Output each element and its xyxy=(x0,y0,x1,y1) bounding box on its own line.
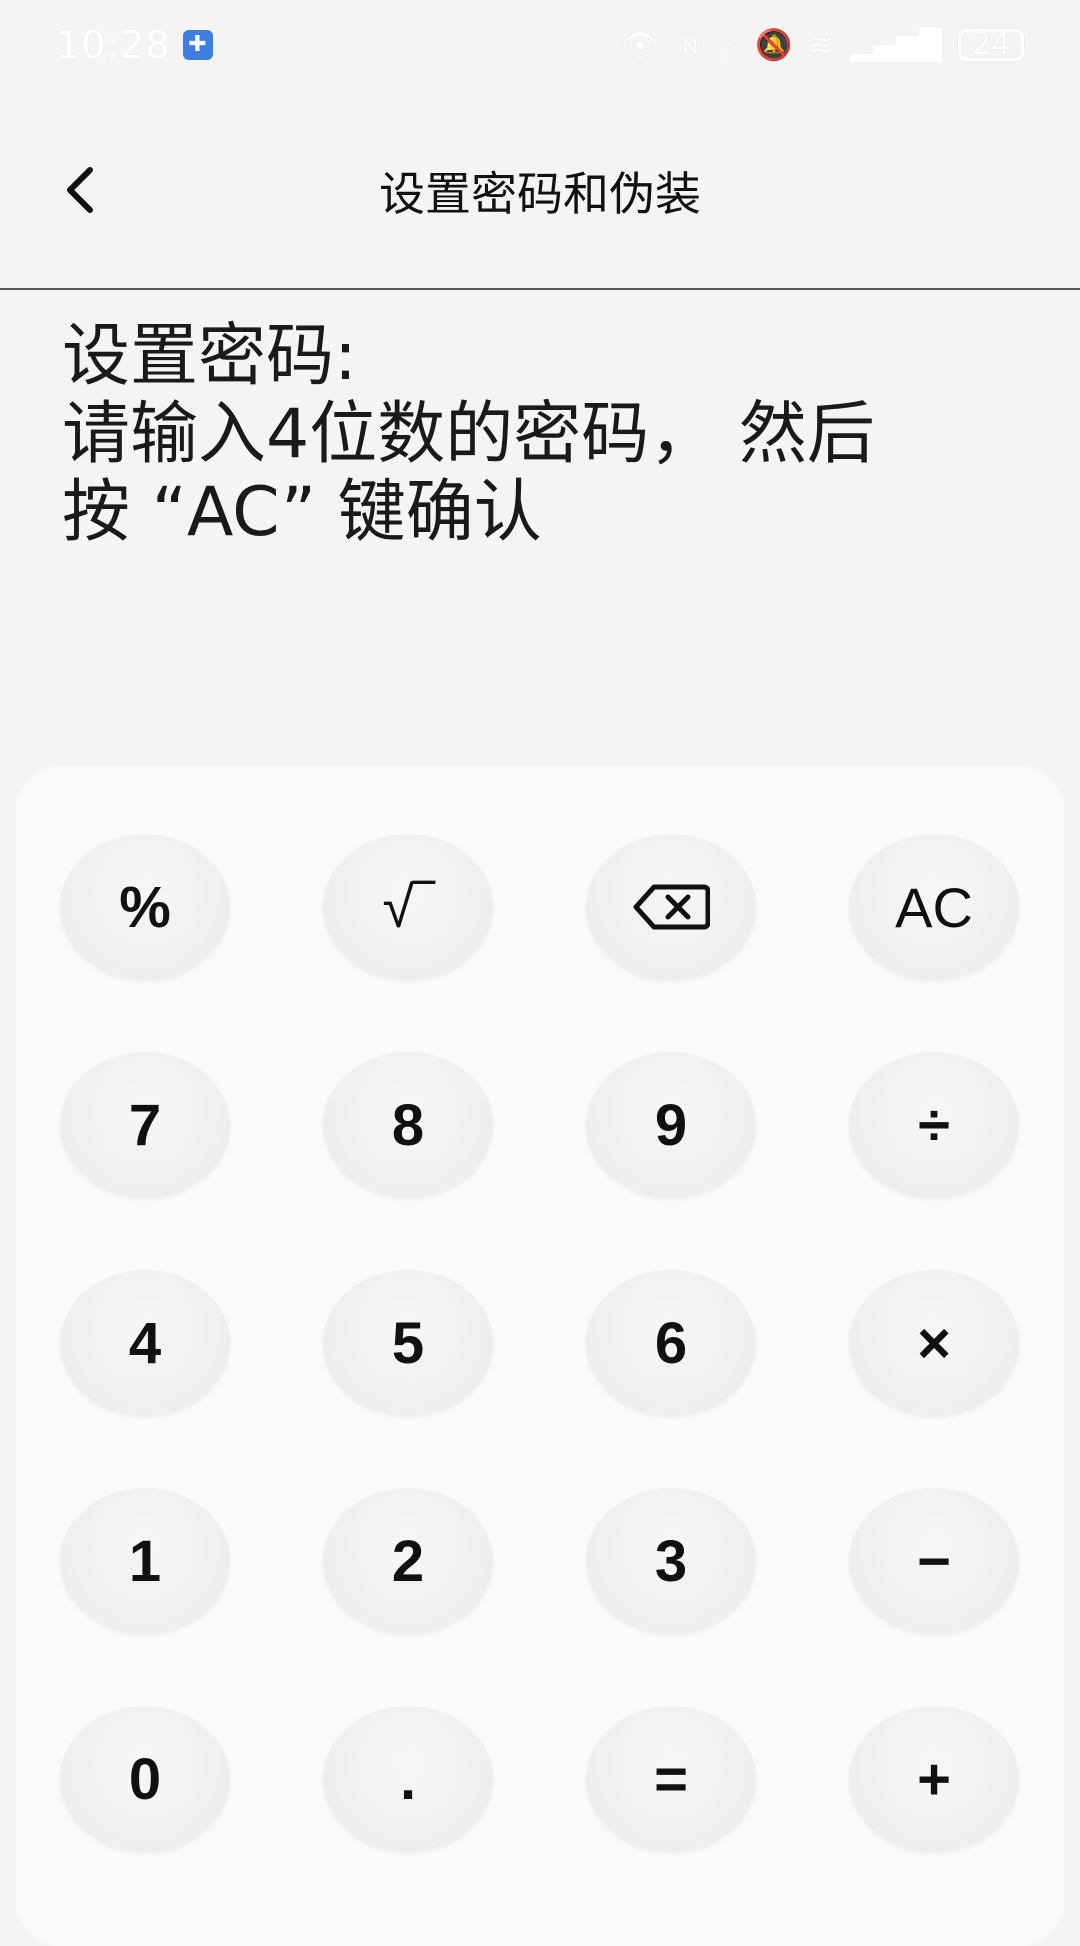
instruction-line-1: 设置密码: xyxy=(62,317,357,396)
signal-icon: ▂▄▆█ xyxy=(849,27,942,63)
eye-icon: 👁 xyxy=(621,27,660,63)
key-plus[interactable]: + xyxy=(849,1706,1019,1852)
key-1[interactable]: 1 xyxy=(60,1488,230,1634)
key-label: 8 xyxy=(391,1092,425,1158)
key-label: 0 xyxy=(128,1746,162,1812)
puzzle-icon: ✚ xyxy=(182,30,213,60)
key-sqrt[interactable]: √‾ xyxy=(323,834,493,980)
key-label: − xyxy=(917,1528,951,1594)
instruction-line-3: 按 “AC” 键确认 xyxy=(62,473,542,552)
key-6[interactable]: 6 xyxy=(586,1270,756,1416)
key-label: 7 xyxy=(128,1092,162,1158)
nfc-icon: Ⓝ xyxy=(675,31,706,66)
key-label: % xyxy=(119,874,171,940)
bluetooth-icon: ᛒ xyxy=(721,27,740,63)
key-label: AC xyxy=(895,875,973,939)
status-time: 10:28 xyxy=(56,23,171,67)
key-minus[interactable]: − xyxy=(849,1488,1019,1634)
key-percent[interactable]: % xyxy=(60,834,230,980)
battery-indicator: 24 xyxy=(958,29,1024,61)
key-0[interactable]: 0 xyxy=(60,1706,230,1852)
key-label: √‾ xyxy=(382,874,434,940)
key-label: 2 xyxy=(391,1528,425,1594)
instruction-line-2: 请输入4位数的密码， 然后 xyxy=(62,395,875,474)
key-label: 9 xyxy=(654,1092,688,1158)
key-label: × xyxy=(917,1310,951,1376)
key-4[interactable]: 4 xyxy=(60,1270,230,1416)
key-7[interactable]: 7 xyxy=(60,1052,230,1198)
header: 设置密码和伪装 xyxy=(0,90,1080,290)
wifi-icon: ≋ xyxy=(808,27,834,63)
key-label: 5 xyxy=(391,1310,425,1376)
mute-icon: 🔕 xyxy=(755,27,793,63)
key-3[interactable]: 3 xyxy=(586,1488,756,1634)
keypad-panel: % √‾ AC 7 8 9 ÷ 4 5 6 × 1 2 3 − 0 . = + xyxy=(16,766,1064,1946)
status-left: 10:28 ✚ xyxy=(56,23,213,67)
key-2[interactable]: 2 xyxy=(323,1488,493,1634)
key-9[interactable]: 9 xyxy=(586,1052,756,1198)
key-label: 3 xyxy=(654,1528,688,1594)
key-5[interactable]: 5 xyxy=(323,1270,493,1416)
key-backspace[interactable] xyxy=(586,834,756,980)
backspace-icon xyxy=(633,884,710,930)
key-multiply[interactable]: × xyxy=(849,1270,1019,1416)
key-label: 1 xyxy=(128,1528,162,1594)
key-equals[interactable]: = xyxy=(586,1706,756,1852)
key-8[interactable]: 8 xyxy=(323,1052,493,1198)
key-label: ÷ xyxy=(918,1092,950,1158)
key-label: 6 xyxy=(654,1310,688,1376)
instructions: 设置密码: 请输入4位数的密码， 然后 按 “AC” 键确认 xyxy=(62,318,1022,552)
page-title: 设置密码和伪装 xyxy=(379,167,701,221)
status-right: 👁 Ⓝ ᛒ 🔕 ≋ ▂▄▆█ 24 xyxy=(621,23,1024,67)
key-label: + xyxy=(917,1746,951,1812)
key-divide[interactable]: ÷ xyxy=(849,1052,1019,1198)
key-label: . xyxy=(399,1746,417,1812)
key-dot[interactable]: . xyxy=(323,1706,493,1852)
status-bar: 10:28 ✚ 👁 Ⓝ ᛒ 🔕 ≋ ▂▄▆█ 24 xyxy=(0,0,1080,90)
key-label: = xyxy=(654,1746,688,1812)
key-ac[interactable]: AC xyxy=(849,834,1019,980)
key-label: 4 xyxy=(128,1310,162,1376)
